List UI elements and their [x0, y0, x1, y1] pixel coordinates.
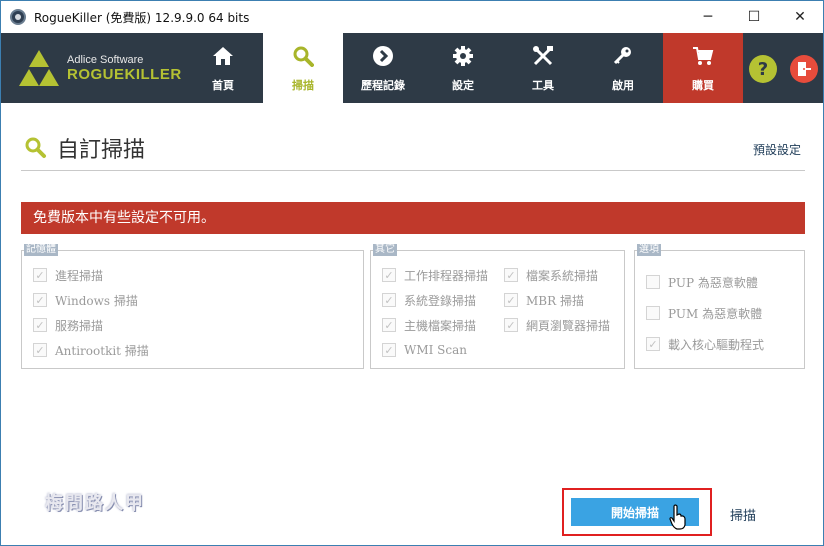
- option-label: Windows 掃描: [55, 293, 138, 308]
- gear-icon: [452, 43, 474, 69]
- default-settings-link[interactable]: 預設設定: [753, 141, 801, 158]
- tab-buy-label: 購買: [692, 79, 714, 92]
- checkbox-checked-icon[interactable]: ✓: [504, 268, 518, 282]
- option-service-scan[interactable]: ✓ 服務掃描: [33, 315, 103, 335]
- option-browser-scan[interactable]: ✓ 網頁瀏覽器掃描: [504, 315, 610, 335]
- tab-settings[interactable]: 設定: [423, 33, 503, 103]
- tab-scan-label: 掃描: [292, 79, 314, 92]
- title-bar: RogueKiller (免費版) 12.9.9.0 64 bits ─ ☐ ✕: [1, 1, 823, 33]
- tab-activate-label: 啟用: [612, 79, 634, 92]
- option-wmi-scan[interactable]: ✓ WMI Scan: [382, 340, 467, 360]
- roguekiller-logo-icon: [19, 48, 59, 88]
- tab-history[interactable]: 歷程記錄: [343, 33, 423, 103]
- option-label: 系統登錄掃描: [404, 293, 477, 308]
- memory-group: 記憶體 ✓ 進程掃描 ✓ Windows 掃描 ✓ 服務掃描 ✓ Antiroo…: [21, 244, 364, 369]
- option-label: WMI Scan: [404, 343, 467, 357]
- checkbox-checked-icon[interactable]: ✓: [646, 337, 660, 351]
- brand-company: Adlice Software: [67, 53, 144, 66]
- checkbox-checked-icon[interactable]: ✓: [382, 343, 396, 357]
- tools-icon: [532, 43, 554, 69]
- option-hosts-file-scan[interactable]: ✓ 主機檔案掃描: [382, 315, 476, 335]
- search-icon: [292, 43, 314, 69]
- maximize-button[interactable]: ☐: [731, 1, 777, 33]
- checkbox-checked-icon[interactable]: ✓: [33, 318, 47, 332]
- home-icon: [212, 43, 234, 69]
- option-label: MBR 掃描: [526, 293, 584, 308]
- chevron-right-icon: [372, 43, 394, 69]
- exit-icon: [798, 62, 811, 76]
- option-label: 主機檔案掃描: [404, 318, 477, 333]
- other-group: 其它 ✓ 工作排程器掃描 ✓ 系統登錄掃描 ✓ 主機檔案掃描 ✓ WMI Sca…: [370, 244, 625, 369]
- watermark-text: 梅問路人甲: [45, 493, 145, 514]
- checkbox-checked-icon[interactable]: ✓: [504, 318, 518, 332]
- other-group-title: 其它: [373, 244, 397, 256]
- checkbox-checked-icon[interactable]: ✓: [382, 268, 396, 282]
- window-title: RogueKiller (免費版) 12.9.9.0 64 bits: [34, 10, 250, 25]
- option-label: 服務掃描: [55, 318, 104, 333]
- checkbox-checked-icon[interactable]: ✓: [382, 293, 396, 307]
- checkbox-checked-icon[interactable]: ✓: [382, 318, 396, 332]
- free-version-warning: 免費版本中有些設定不可用。: [21, 202, 805, 234]
- roguekiller-app-icon: [10, 9, 26, 25]
- close-button[interactable]: ✕: [777, 1, 823, 33]
- exit-button[interactable]: [790, 55, 818, 83]
- checkbox-unchecked-icon[interactable]: [646, 306, 660, 320]
- option-load-kernel-driver[interactable]: ✓ 載入核心驅動程式: [646, 334, 764, 354]
- tab-home[interactable]: 首頁: [183, 33, 263, 103]
- option-process-scan[interactable]: ✓ 進程掃描: [33, 265, 103, 285]
- tab-activate[interactable]: 啟用: [583, 33, 663, 103]
- option-pup-as-malware[interactable]: PUP 為惡意軟體: [646, 272, 758, 292]
- main-nav: Adlice Software ROGUEKILLER 首頁 掃描 歷程記錄 設…: [1, 33, 823, 103]
- page-header: 自訂掃描 預設設定: [21, 127, 805, 171]
- checkbox-checked-icon[interactable]: ✓: [504, 293, 518, 307]
- tab-settings-label: 設定: [452, 79, 474, 92]
- tab-history-label: 歷程記錄: [361, 79, 405, 92]
- window-controls: ─ ☐ ✕: [685, 1, 823, 33]
- option-label: Antirootkit 掃描: [55, 343, 149, 358]
- cart-icon: [692, 43, 714, 69]
- option-task-scheduler-scan[interactable]: ✓ 工作排程器掃描: [382, 265, 488, 285]
- brand: Adlice Software ROGUEKILLER: [19, 43, 189, 93]
- checkbox-checked-icon[interactable]: ✓: [33, 293, 47, 307]
- brand-product: ROGUEKILLER: [67, 65, 182, 83]
- checkbox-unchecked-icon[interactable]: [646, 275, 660, 289]
- key-icon: [612, 43, 634, 69]
- option-registry-scan[interactable]: ✓ 系統登錄掃描: [382, 290, 476, 310]
- hand-cursor-icon: [669, 504, 687, 534]
- option-label: PUM 為惡意軟體: [668, 306, 763, 321]
- app-window: RogueKiller (免費版) 12.9.9.0 64 bits ─ ☐ ✕…: [0, 0, 824, 546]
- option-label: 檔案系統掃描: [526, 268, 599, 283]
- checkbox-checked-icon[interactable]: ✓: [33, 268, 47, 282]
- option-label: 網頁瀏覽器掃描: [526, 318, 611, 333]
- option-antirootkit-scan[interactable]: ✓ Antirootkit 掃描: [33, 340, 149, 360]
- option-label: 工作排程器掃描: [404, 268, 489, 283]
- option-pum-as-malware[interactable]: PUM 為惡意軟體: [646, 303, 762, 323]
- minimize-button[interactable]: ─: [685, 1, 731, 33]
- tab-tools-label: 工具: [532, 79, 554, 92]
- option-label: 進程掃描: [55, 268, 104, 283]
- option-filesystem-scan[interactable]: ✓ 檔案系統掃描: [504, 265, 598, 285]
- options-group-title: 選項: [637, 244, 661, 256]
- option-mbr-scan[interactable]: ✓ MBR 掃描: [504, 290, 584, 310]
- scan-link[interactable]: 掃描: [730, 505, 756, 524]
- tab-tools[interactable]: 工具: [503, 33, 583, 103]
- options-group: 選項 PUP 為惡意軟體 PUM 為惡意軟體 ✓ 載入核心驅動程式: [634, 244, 805, 369]
- memory-group-title: 記憶體: [24, 244, 58, 256]
- page-title: 自訂掃描: [57, 138, 146, 163]
- option-windows-scan[interactable]: ✓ Windows 掃描: [33, 290, 138, 310]
- tab-buy[interactable]: 購買: [663, 33, 743, 103]
- search-icon: [23, 135, 47, 163]
- option-label: 載入核心驅動程式: [668, 337, 765, 352]
- checkbox-checked-icon[interactable]: ✓: [33, 343, 47, 357]
- option-label: PUP 為惡意軟體: [668, 275, 758, 290]
- tab-home-label: 首頁: [212, 79, 234, 92]
- tab-scan[interactable]: 掃描: [263, 33, 343, 103]
- help-button[interactable]: ?: [749, 55, 777, 83]
